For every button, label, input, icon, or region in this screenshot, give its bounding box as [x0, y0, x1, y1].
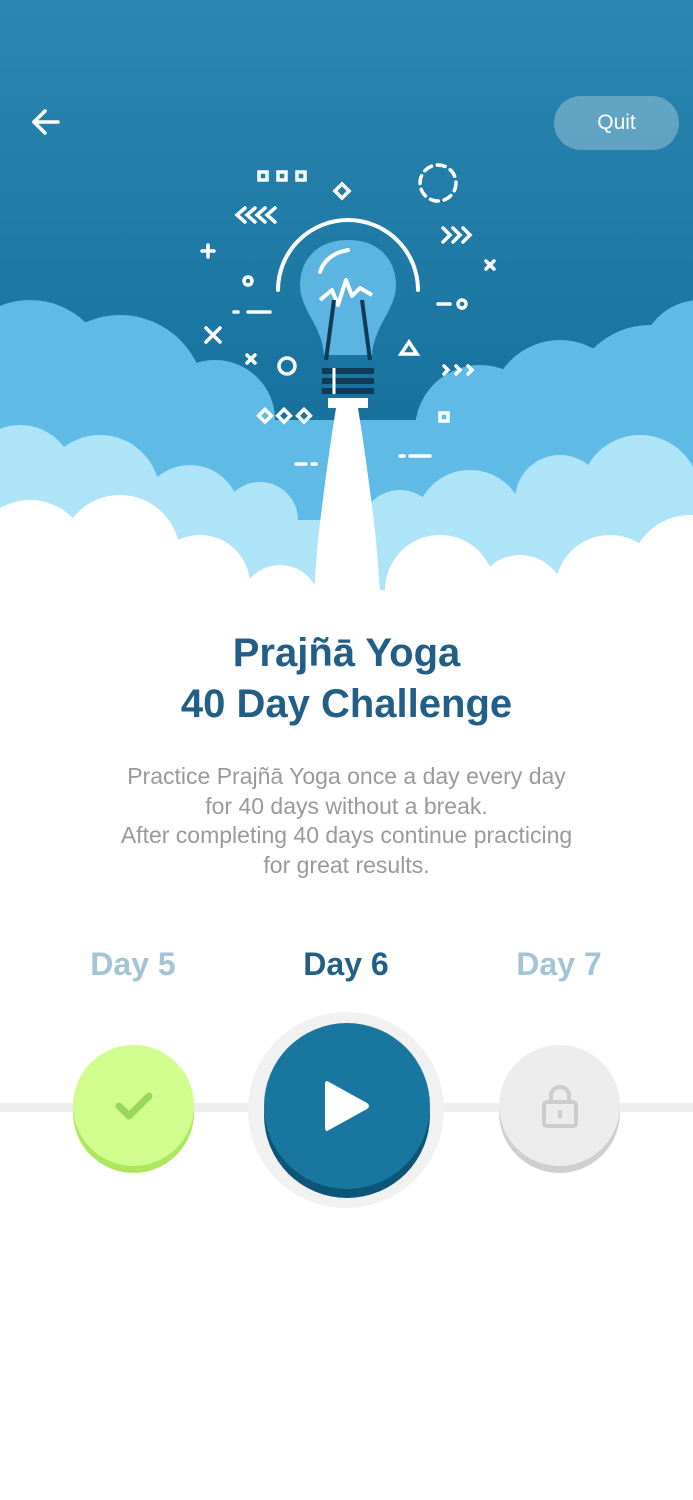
quit-button[interactable]: Quit [554, 96, 679, 150]
hero-illustration [0, 0, 693, 620]
title-line-1: Prajñā Yoga [232, 631, 461, 675]
day-5-completed-button[interactable] [73, 1045, 194, 1166]
play-icon [325, 1081, 369, 1131]
day-label-current: Day 6 [303, 946, 389, 982]
checkmark-icon [115, 1092, 152, 1119]
day-label-previous: Day 5 [90, 946, 176, 982]
day-7-locked-button[interactable] [499, 1045, 620, 1166]
day-label-next: Day 7 [516, 946, 602, 982]
page-title: Prajñā Yoga 40 Day Challenge [0, 628, 693, 730]
description-line-1: Practice Prajñā Yoga once a day every da… [127, 763, 566, 789]
lock-icon [541, 1084, 578, 1128]
description-line-3: After completing 40 days continue practi… [120, 822, 573, 848]
description-line-4: for great results. [263, 851, 430, 878]
title-line-2: 40 Day Challenge [180, 682, 513, 726]
back-button[interactable] [24, 100, 68, 144]
day-6-play-button[interactable] [264, 1023, 430, 1189]
description-line-2: for 40 days without a break. [205, 792, 488, 819]
challenge-description: Practice Prajñā Yoga once a day every da… [0, 762, 693, 880]
arrow-left-icon [32, 109, 60, 135]
